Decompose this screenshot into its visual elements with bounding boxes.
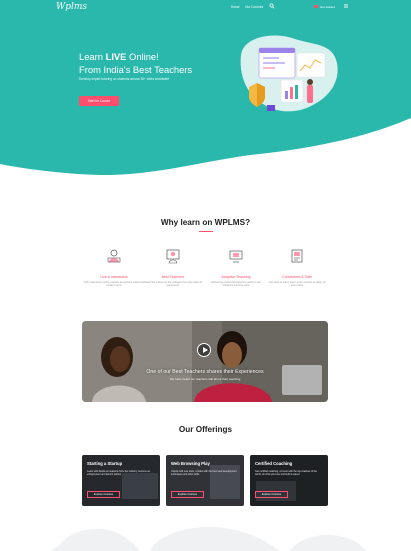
feature-title: Adaptive Teaching	[221, 275, 251, 279]
world-map-graphic	[50, 527, 366, 551]
banner-photo	[82, 321, 328, 402]
adaptive-icon	[229, 250, 243, 263]
feature-title: Convenient & Safe	[282, 275, 312, 279]
card-title: Certified Coaching	[255, 461, 293, 466]
card-desc: Learn with hands-on sessions from the in…	[87, 470, 151, 477]
feature-title: Live & Interactive	[100, 275, 128, 279]
hero-cta-button[interactable]: Start for Course	[79, 96, 119, 106]
card-title: Web Browsing Play	[171, 461, 210, 466]
hero-illustration	[236, 35, 338, 112]
cart-icon[interactable]	[314, 4, 318, 8]
card-desc: Unlock with new tools, contact with the …	[171, 470, 237, 477]
feature-desc: Teach the online top the colleges from t…	[143, 281, 203, 288]
card-desc: Get certified coaching, connect with the…	[255, 470, 317, 477]
banner-title: One of our Best Teachers shares their Ex…	[146, 369, 264, 375]
search-icon[interactable]	[269, 3, 275, 9]
feature-adaptive: Adaptive Teaching Delivering customized …	[206, 248, 266, 288]
offerings-title: Our Offerings	[178, 425, 233, 434]
card-title: Starting a Startup	[87, 461, 123, 466]
explore-courses-button[interactable]: Explore Courses	[87, 491, 120, 498]
feature-desc: Fully interactive online classes & teach…	[84, 281, 144, 288]
nav-link-courses[interactable]: Our Courses	[245, 5, 263, 9]
teacher-icon	[166, 249, 180, 264]
video-banner[interactable]	[82, 321, 328, 402]
explore-courses-button[interactable]: Explore Courses	[171, 491, 204, 498]
offering-card[interactable]: Web Browsing Play Unlock with new tools,…	[166, 455, 244, 506]
live-class-icon	[107, 249, 121, 263]
why-section-title: Why learn on WPLMS?	[160, 218, 251, 227]
feature-teachers: Best Teachers Teach the online top the c…	[143, 248, 203, 288]
feature-title: Best Teachers	[161, 275, 185, 279]
title-divider	[199, 231, 213, 232]
offering-card[interactable]: Certified Coaching Get certified coachin…	[250, 455, 328, 506]
site-logo[interactable]: Wplms	[56, 2, 87, 12]
top-nav: Wplms Home Our Courses Get started	[0, 0, 411, 16]
feature-desc: Delivering customized learning paths to …	[211, 281, 261, 288]
hero-title: Learn LIVE Online! From India's Best Tea…	[79, 51, 193, 75]
hero-subtitle: Develop expert tutoring on students acro…	[79, 77, 170, 81]
hero-section	[0, 0, 411, 175]
offering-card[interactable]: Starting a Startup Learn with hands-on s…	[82, 455, 160, 506]
feature-desc: Get used to learn, learn at the comfort …	[268, 281, 326, 288]
hero-background	[0, 0, 411, 175]
safe-icon	[291, 249, 303, 263]
get-started-link[interactable]: Get started	[320, 5, 335, 9]
feature-live: Live & Interactive Fully interactive onl…	[84, 248, 144, 288]
feature-safe: Convenient & Safe Get used to learn, lea…	[267, 248, 327, 288]
play-button-icon[interactable]	[197, 343, 211, 357]
menu-icon[interactable]	[344, 4, 348, 8]
banner-subtitle: We have heard our teachers talk about th…	[169, 377, 241, 381]
explore-courses-button[interactable]: Explore Courses	[255, 491, 288, 498]
nav-link-home[interactable]: Home	[231, 5, 240, 9]
